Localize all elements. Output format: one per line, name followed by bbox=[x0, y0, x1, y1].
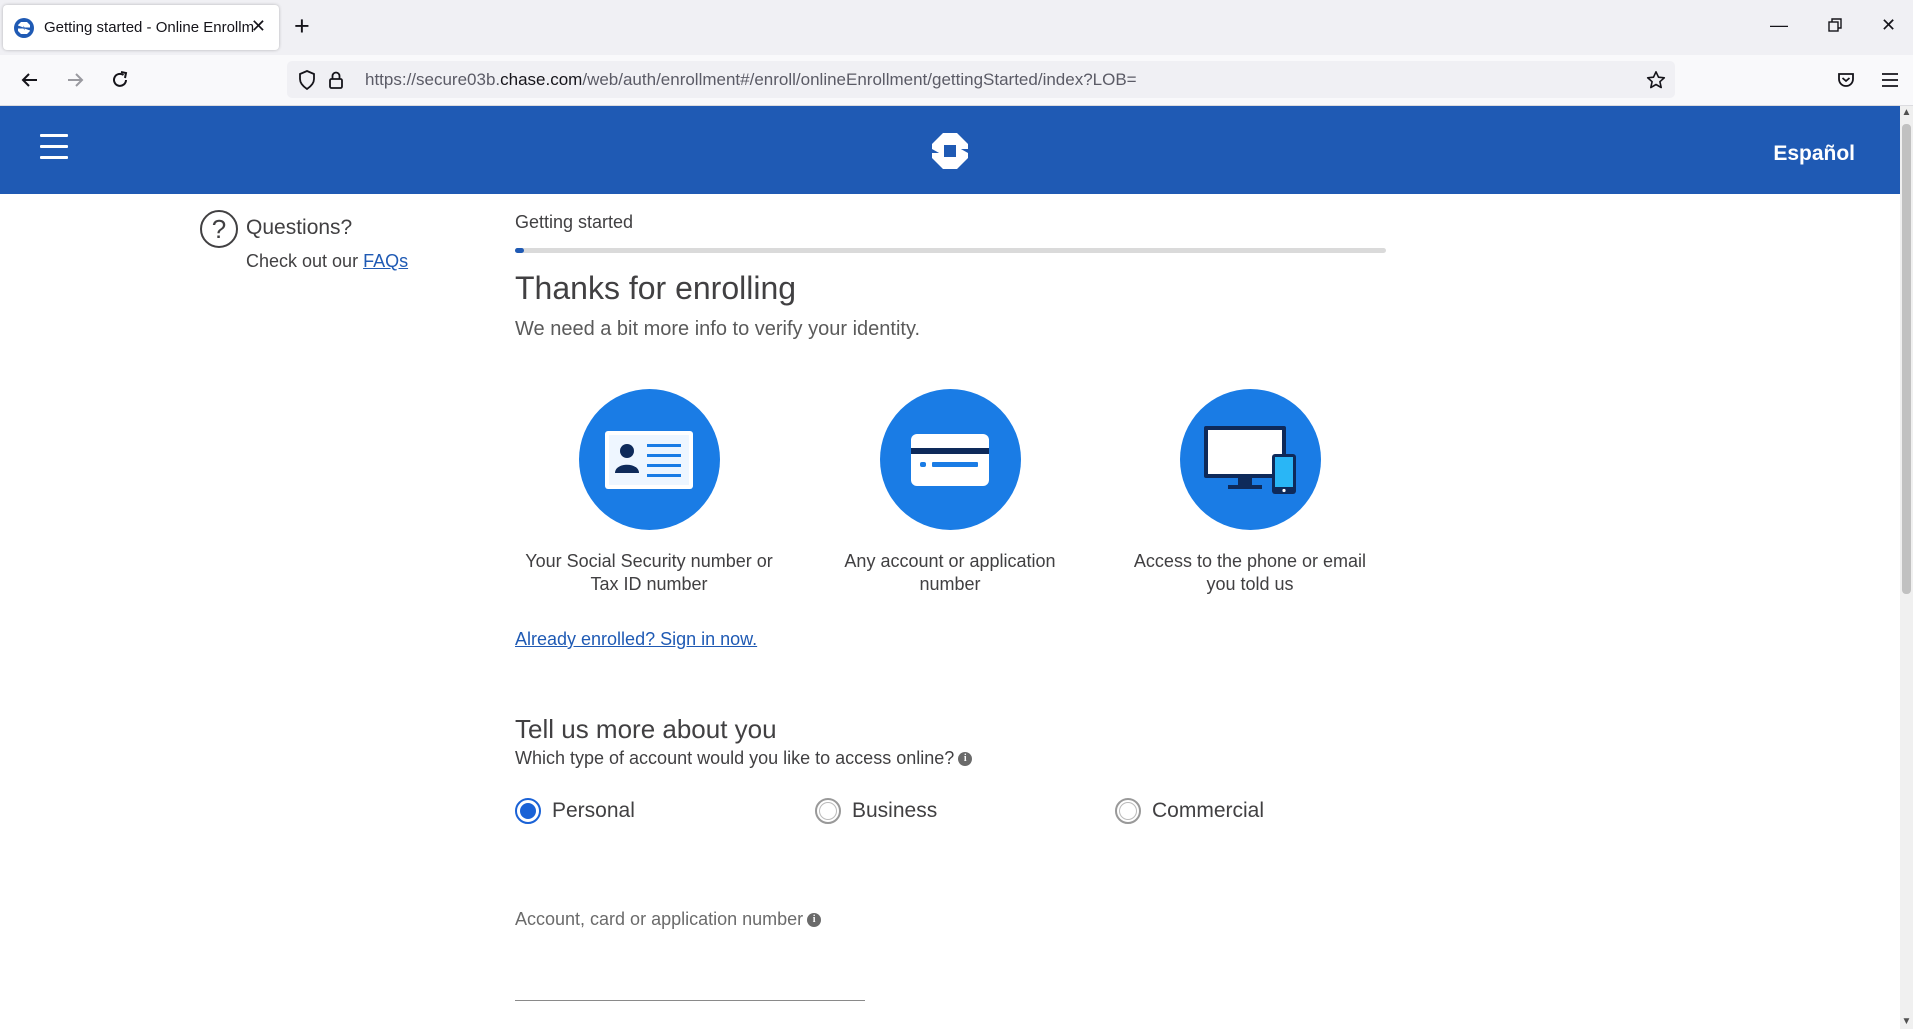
radio-commercial[interactable]: Commercial bbox=[1115, 798, 1264, 824]
radio-personal[interactable]: Personal bbox=[515, 798, 635, 824]
app-menu-icon[interactable] bbox=[1876, 66, 1904, 94]
browser-tab-strip: Getting started - Online Enrollm ✕ + — ✕ bbox=[0, 0, 1913, 55]
forward-icon[interactable] bbox=[61, 66, 89, 94]
site-header: Español bbox=[0, 106, 1900, 194]
requirement-icon-circle bbox=[578, 389, 720, 530]
requirement-label-line: you told us bbox=[1206, 574, 1294, 594]
account-number-label-text: Account, card or application number bbox=[515, 909, 804, 929]
shield-icon[interactable] bbox=[296, 69, 318, 91]
radio-business[interactable]: Business bbox=[815, 798, 937, 824]
browser-tab[interactable]: Getting started - Online Enrollm ✕ bbox=[3, 5, 279, 50]
back-icon[interactable] bbox=[16, 66, 44, 94]
progress-bar bbox=[515, 248, 1386, 253]
requirement-label-line: Any account or application bbox=[844, 551, 1056, 571]
new-tab-icon[interactable]: + bbox=[294, 12, 310, 40]
requirement-label: Your Social Security number or Tax ID num… bbox=[499, 550, 799, 596]
radio-button[interactable] bbox=[515, 798, 541, 824]
step-label: Getting started bbox=[515, 212, 634, 232]
restore-icon[interactable] bbox=[1827, 17, 1843, 33]
account-type-question: Which type of account would you like to … bbox=[515, 748, 973, 769]
url-host: chase.com bbox=[500, 70, 583, 89]
lock-icon[interactable] bbox=[325, 69, 347, 91]
requirement-ssn: Your Social Security number or Tax ID num… bbox=[499, 389, 799, 596]
requirement-phone-email: Access to the phone or email you told us bbox=[1100, 389, 1400, 596]
page-title: Thanks for enrolling bbox=[515, 270, 797, 306]
radio-label[interactable]: Personal bbox=[552, 799, 635, 823]
url-prefix: https://secure03b. bbox=[365, 70, 501, 89]
close-window-icon[interactable]: ✕ bbox=[1881, 14, 1896, 36]
requirement-icon-circle bbox=[1179, 389, 1321, 530]
page-content: Español ? Questions? Check out our FAQs … bbox=[0, 106, 1900, 1029]
tab-close-icon[interactable]: ✕ bbox=[251, 16, 266, 36]
radio-label[interactable]: Commercial bbox=[1152, 799, 1264, 823]
requirement-label: Access to the phone or email you told us bbox=[1100, 550, 1400, 596]
scroll-up-icon[interactable]: ▲ bbox=[1900, 106, 1913, 120]
browser-nav-bar: https://secure03b.chase.com/web/auth/enr… bbox=[0, 55, 1913, 106]
radio-button[interactable] bbox=[1115, 798, 1141, 824]
reload-icon[interactable] bbox=[106, 66, 134, 94]
requirement-label-line: Access to the phone or email bbox=[1133, 551, 1367, 571]
progress-fill bbox=[515, 248, 524, 253]
url-text[interactable]: https://secure03b.chase.com/web/auth/enr… bbox=[365, 70, 1137, 90]
chase-favicon-icon bbox=[14, 17, 34, 38]
requirement-icon-circle bbox=[879, 389, 1021, 530]
question-mark-icon: ? bbox=[200, 210, 238, 248]
account-type-question-text: Which type of account would you like to … bbox=[515, 748, 955, 768]
language-toggle-link[interactable]: Español bbox=[1773, 142, 1855, 166]
scrollbar-thumb[interactable] bbox=[1902, 124, 1911, 594]
section-title: Tell us more about you bbox=[515, 714, 777, 744]
questions-title: Questions? bbox=[246, 216, 353, 239]
radio-label[interactable]: Business bbox=[852, 799, 937, 823]
bookmark-star-icon[interactable] bbox=[1645, 69, 1667, 91]
requirement-label: Any account or application number bbox=[800, 550, 1100, 596]
pocket-icon[interactable] bbox=[1832, 66, 1860, 94]
requirement-label-line: Your Social Security number or bbox=[525, 551, 773, 571]
scroll-down-icon[interactable]: ▼ bbox=[1900, 1015, 1913, 1029]
faq-prefix: Check out our bbox=[246, 251, 364, 271]
page-subtitle: We need a bit more info to verify your i… bbox=[515, 318, 921, 340]
faq-link[interactable]: FAQs bbox=[363, 251, 408, 271]
tab-title: Getting started - Online Enrollm bbox=[44, 19, 255, 36]
page-scrollbar[interactable]: ▲ ▼ bbox=[1900, 106, 1913, 1029]
address-bar[interactable]: https://secure03b.chase.com/web/auth/enr… bbox=[287, 61, 1675, 98]
devices-icon bbox=[1204, 425, 1296, 494]
faq-text: Check out our FAQs bbox=[246, 251, 408, 272]
requirement-label-line: Tax ID number bbox=[590, 574, 708, 594]
hamburger-menu-icon[interactable] bbox=[40, 134, 68, 160]
info-icon[interactable]: i bbox=[807, 913, 822, 928]
account-number-label: Account, card or application number i bbox=[515, 909, 822, 930]
minimize-icon[interactable]: — bbox=[1770, 14, 1788, 36]
id-card-icon bbox=[605, 430, 693, 489]
requirement-label-line: number bbox=[919, 574, 981, 594]
sign-in-link[interactable]: Already enrolled? Sign in now. bbox=[515, 629, 757, 650]
radio-button[interactable] bbox=[815, 798, 841, 824]
chase-logo-icon[interactable] bbox=[931, 132, 969, 170]
requirement-account-number: Any account or application number bbox=[800, 389, 1100, 596]
account-number-input[interactable] bbox=[515, 956, 865, 1001]
credit-card-icon bbox=[911, 433, 989, 486]
url-path: /web/auth/enrollment#/enroll/onlineEnrol… bbox=[582, 70, 1137, 89]
info-icon[interactable]: i bbox=[958, 752, 973, 767]
